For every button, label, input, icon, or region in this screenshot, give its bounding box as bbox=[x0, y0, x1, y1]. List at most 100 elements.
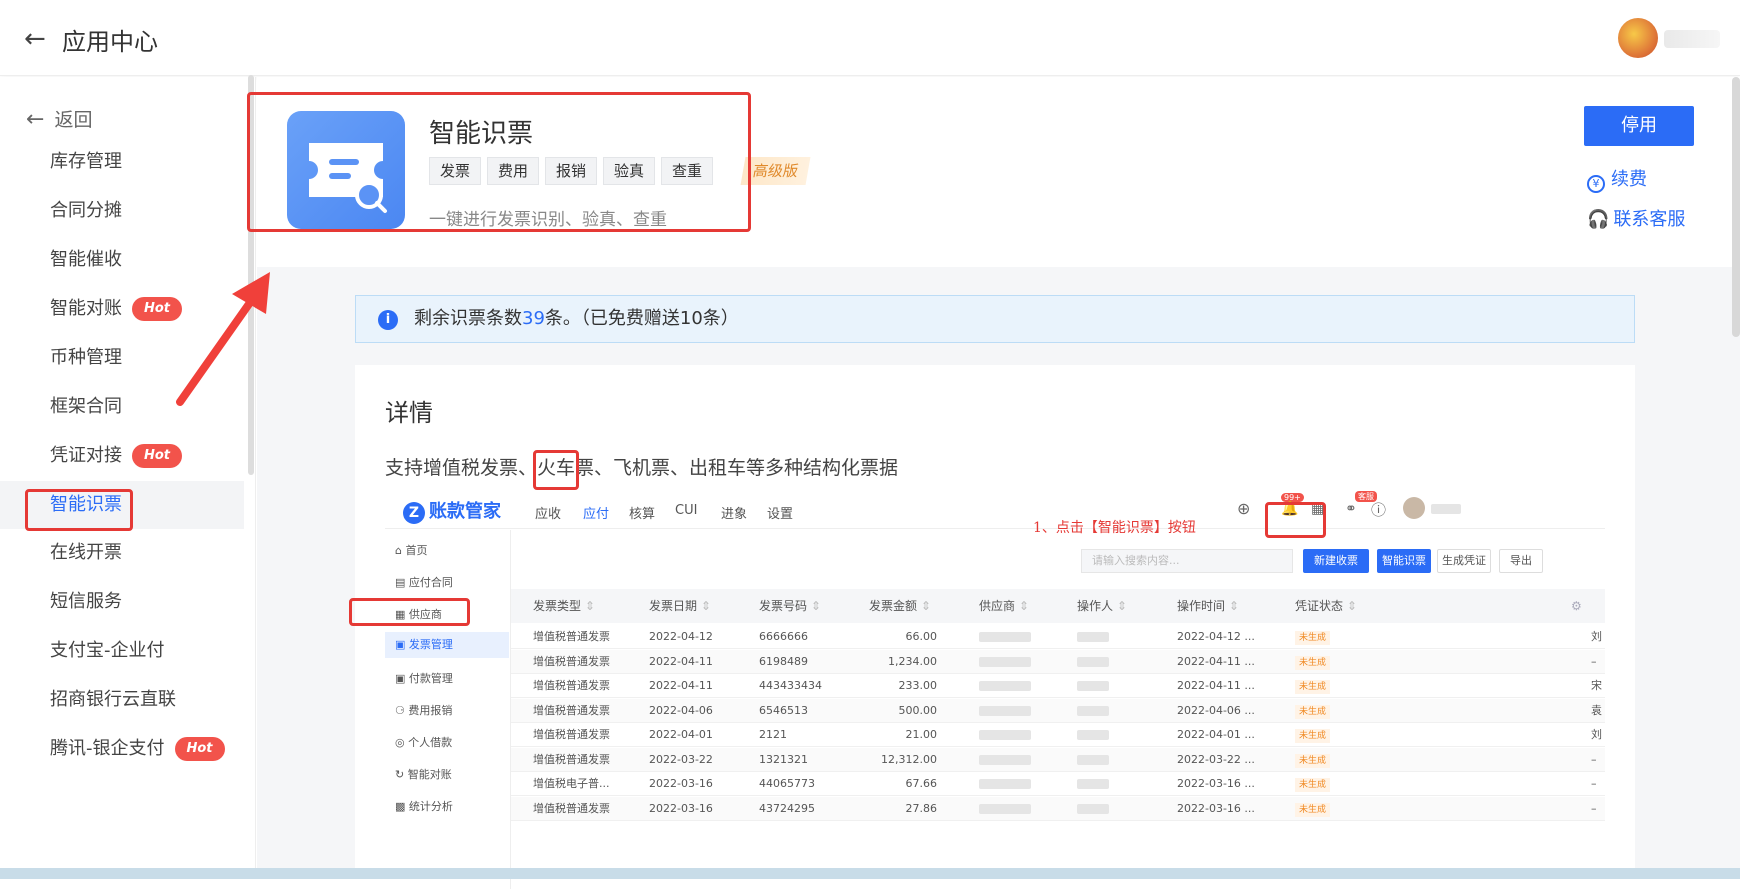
column-label: 供应商 bbox=[979, 599, 1016, 613]
highlight-shot-sidebar bbox=[349, 598, 470, 626]
shot-side-label: 首页 bbox=[405, 544, 428, 557]
cell-extra-value: – bbox=[1591, 801, 1597, 815]
cell-number-value: 1321321 bbox=[759, 752, 808, 766]
blurred-text bbox=[979, 632, 1031, 642]
cell-number-value: 6198489 bbox=[759, 654, 808, 668]
column-label: 发票金额 bbox=[869, 599, 918, 613]
shot-generate-voucher-button: 生成凭证 bbox=[1437, 549, 1491, 573]
cell-type-value: 增值税普通发票 bbox=[533, 752, 610, 766]
info-icon: i bbox=[378, 310, 398, 330]
cell-status-value: 未生成 bbox=[1295, 802, 1331, 817]
arrow-left-icon: ← bbox=[26, 107, 45, 132]
sidebar: ← 返回 库存管理 合同分摊 智能催收 智能对账 Hot 币种管理 框架合同 凭证对接 Hot 智能… bbox=[0, 77, 256, 879]
cell-operator bbox=[1077, 625, 1109, 649]
cell-operator bbox=[1077, 748, 1109, 772]
column-label: 操作时间 bbox=[1177, 599, 1226, 613]
cell-status-value: 未生成 bbox=[1295, 655, 1331, 670]
cell-number-value: 2121 bbox=[759, 728, 787, 741]
shot-side-item: ▤ 应付合同 bbox=[395, 574, 453, 590]
cell-amount-value: 21.00 bbox=[905, 728, 938, 741]
sidebar-item[interactable]: 库存管理 bbox=[0, 138, 244, 186]
sidebar-item-label: 库存管理 bbox=[50, 151, 122, 172]
cell-type-value: 增值税普通发票 bbox=[533, 630, 610, 643]
support-link[interactable]: 🎧 联系客服 bbox=[1587, 205, 1685, 231]
hot-badge: Hot bbox=[132, 444, 183, 468]
cell-status: 未生成 bbox=[1295, 772, 1331, 796]
cell-extra-value: 袁 bbox=[1591, 703, 1602, 717]
blurred-text bbox=[979, 656, 1031, 667]
cell-date-value: 2022-04-11 bbox=[649, 654, 713, 668]
table-header-cell: 操作人 ⇕ bbox=[1077, 589, 1127, 623]
cell-status: 未生成 bbox=[1295, 650, 1331, 674]
page-scrollbar[interactable] bbox=[1732, 77, 1740, 337]
sidebar-item[interactable]: 招商银行云直联 bbox=[0, 676, 244, 724]
renew-link[interactable]: ¥ 续费 bbox=[1587, 165, 1647, 193]
sidebar-item[interactable]: 腾讯-银企支付 Hot bbox=[0, 725, 244, 773]
sidebar-item[interactable]: 支付宝-企业付 bbox=[0, 627, 244, 675]
cell-type: 增值税电子普... bbox=[533, 772, 610, 796]
cell-type: 增值税普通发票 bbox=[533, 797, 610, 821]
notice-suffix: 条。（已免费赠送10条） bbox=[544, 308, 739, 329]
cell-type: 增值税普通发票 bbox=[533, 674, 610, 698]
cell-amount: 66.00 bbox=[851, 625, 938, 649]
shot-side-icon: ▣ bbox=[395, 672, 409, 685]
shot-side-label: 费用报销 bbox=[408, 704, 453, 717]
shot-side-icon: ↻ bbox=[395, 768, 408, 781]
cell-time: 2022-04-12 ... bbox=[1177, 625, 1255, 649]
sidebar-back-button[interactable]: ← 返回 bbox=[26, 105, 92, 132]
shot-side-label: 统计分析 bbox=[408, 800, 453, 813]
cell-extra: – bbox=[1591, 748, 1597, 772]
table-row: 增值税普通发票 2022-04-06 6546513 500.00 2022-04-06… bbox=[511, 698, 1605, 723]
arrow-left-icon[interactable]: ← bbox=[24, 24, 46, 54]
avatar[interactable] bbox=[1618, 18, 1658, 58]
logo-z-icon: Z bbox=[403, 502, 425, 524]
sidebar-item[interactable]: 凭证对接 Hot bbox=[0, 432, 244, 480]
table-row: 增值税电子普... 2022-03-16 44065773 67.66 2022-03-… bbox=[511, 772, 1605, 796]
cell-amount: 12,312.00 bbox=[851, 748, 937, 772]
shot-nav-accounting: 核算 bbox=[629, 507, 656, 522]
sidebar-item[interactable]: 在线开票 bbox=[0, 529, 244, 577]
table-row: 增值税普通发票 2022-04-11 6198489 1,234.00 2022-04-… bbox=[511, 649, 1605, 674]
cell-status: 未生成 bbox=[1295, 797, 1331, 821]
cell-amount: 233.00 bbox=[851, 674, 938, 698]
cell-type-value: 增值税普通发票 bbox=[533, 728, 610, 741]
cell-date: 2022-04-11 bbox=[649, 674, 713, 698]
cell-date: 2022-04-12 bbox=[649, 625, 713, 649]
cell-date: 2022-03-16 bbox=[649, 797, 713, 821]
shot-header: Z 账款管家 应收 应付 核算 CUI 进象 设置 ⊕ 99+ 🔔 ▦ ⚭ 客服 … bbox=[385, 489, 1605, 529]
highlight-shot-button bbox=[1265, 502, 1326, 538]
shot-side-item: ⌂ 首页 bbox=[395, 542, 427, 558]
cell-amount: 21.00 bbox=[851, 723, 938, 747]
cell-time-value: 2022-04-01 ... bbox=[1177, 728, 1255, 741]
blurred-text bbox=[979, 779, 1031, 789]
table-header-cell: 发票金额 ⇕ bbox=[869, 589, 931, 623]
cell-date: 2022-03-16 bbox=[649, 772, 713, 796]
stop-button[interactable]: 停用 bbox=[1584, 106, 1694, 146]
table-row: 增值税普通发票 2022-04-11 443433434 233.00 2022-04-… bbox=[511, 674, 1605, 698]
notice-prefix: 剩余识票条数 bbox=[414, 308, 522, 329]
cell-status-value: 未生成 bbox=[1295, 729, 1331, 743]
cell-date-value: 2022-04-06 bbox=[649, 703, 713, 717]
sidebar-item[interactable]: 合同分摊 bbox=[0, 187, 244, 235]
cell-number-value: 6666666 bbox=[759, 630, 808, 643]
sidebar-item[interactable]: 短信服务 bbox=[0, 578, 244, 626]
cell-amount: 67.66 bbox=[851, 772, 938, 796]
cell-date-value: 2022-03-16 bbox=[649, 801, 713, 815]
cell-operator bbox=[1077, 674, 1109, 698]
cell-date-value: 2022-04-12 bbox=[649, 630, 713, 643]
plus-circle-icon: ⊕ bbox=[1237, 499, 1251, 518]
cell-status: 未生成 bbox=[1295, 699, 1331, 723]
cell-extra-value: 刘 bbox=[1591, 630, 1602, 643]
blurred-text bbox=[1077, 754, 1109, 765]
shot-user-blurred bbox=[1431, 504, 1461, 514]
cell-status: 未生成 bbox=[1295, 674, 1331, 698]
shot-side-item: ↻ 智能对账 bbox=[395, 766, 452, 782]
cell-time: 2022-04-01 ... bbox=[1177, 723, 1255, 747]
cell-time-value: 2022-03-22 ... bbox=[1177, 752, 1255, 766]
cell-type-value: 增值税普通发票 bbox=[533, 679, 610, 692]
column-label: 发票号码 bbox=[759, 599, 808, 613]
cell-date-value: 2022-03-16 bbox=[649, 777, 713, 790]
cell-status: 未生成 bbox=[1295, 748, 1331, 772]
cell-operator bbox=[1077, 772, 1109, 796]
cell-supplier bbox=[979, 625, 1031, 649]
